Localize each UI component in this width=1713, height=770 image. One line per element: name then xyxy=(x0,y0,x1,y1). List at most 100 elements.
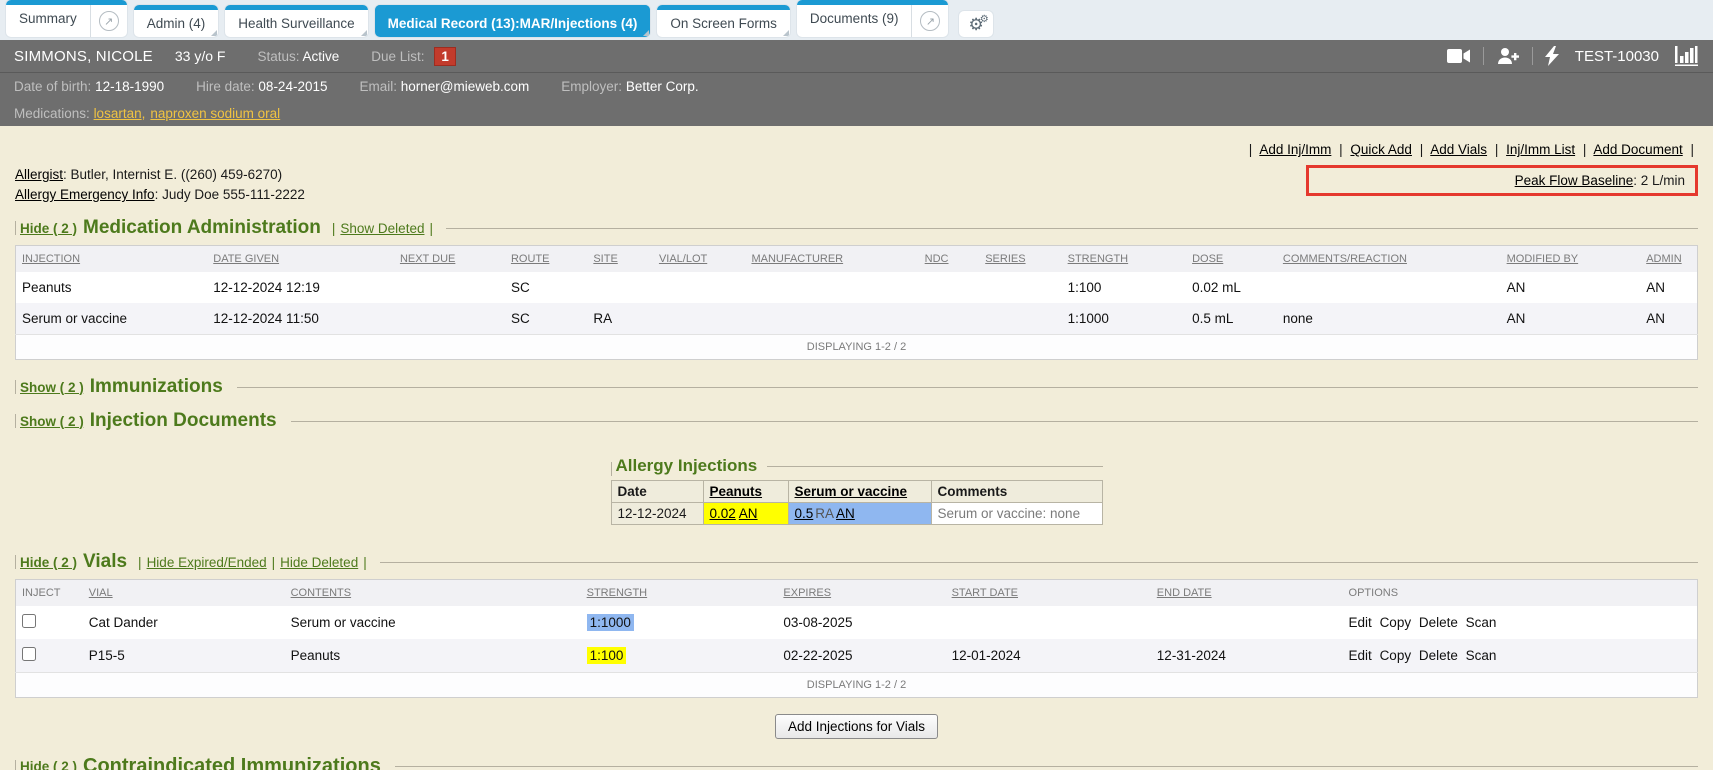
column-header[interactable]: COMMENTS/REACTION xyxy=(1283,253,1407,265)
dose-link[interactable]: 0.5 xyxy=(795,506,814,521)
table-row[interactable]: Peanuts 12-12-2024 12:19 SC 1:100 0.02 m… xyxy=(16,272,1698,303)
separator: | xyxy=(332,221,336,236)
column-header[interactable]: END DATE xyxy=(1157,587,1212,599)
video-camera-icon[interactable] xyxy=(1447,48,1471,64)
table-row[interactable]: Serum or vaccine 12-12-2024 11:50 SC RA … xyxy=(16,303,1698,335)
bar-chart-icon[interactable] xyxy=(1675,46,1699,66)
hide-deleted-link[interactable]: Hide Deleted xyxy=(280,555,358,570)
scan-link[interactable]: Scan xyxy=(1466,648,1497,663)
column-header[interactable]: ROUTE xyxy=(511,253,550,265)
add-inj-imm-link[interactable]: Add Inj/Imm xyxy=(1259,142,1331,157)
cell-series xyxy=(979,272,1061,303)
banner-icons: TEST-10030 xyxy=(1447,46,1699,66)
allergy-injections-title-row: Allergy Injections xyxy=(611,456,1103,476)
column-header[interactable]: SERIES xyxy=(985,253,1025,265)
column-header[interactable]: START DATE xyxy=(952,587,1018,599)
delete-link[interactable]: Delete xyxy=(1419,648,1458,663)
column-header-serum[interactable]: Serum or vaccine xyxy=(795,484,908,499)
allergy-injections-table: Date Peanuts Serum or vaccine Comments 1… xyxy=(611,480,1103,525)
allergy-emergency-info-link[interactable]: Allergy Emergency Info xyxy=(15,187,155,202)
tab-documents[interactable]: Documents (9) xyxy=(797,0,912,37)
column-header[interactable]: SITE xyxy=(593,253,617,265)
cell-date-given: 12-12-2024 11:50 xyxy=(207,303,394,335)
medication-administration-header: Hide ( 2 ) Medication Administration | S… xyxy=(15,217,1698,239)
column-header[interactable]: VIAL xyxy=(89,587,113,599)
copy-link[interactable]: Copy xyxy=(1380,648,1412,663)
divider xyxy=(15,760,16,770)
column-header[interactable]: CONTENTS xyxy=(291,587,352,599)
allergist-link[interactable]: Allergist xyxy=(15,167,63,182)
med-admin-hide-toggle[interactable]: Hide ( 2 ) xyxy=(20,221,77,236)
column-header[interactable]: EXPIRES xyxy=(783,587,831,599)
separator: | xyxy=(138,555,142,570)
add-vials-link[interactable]: Add Vials xyxy=(1430,142,1487,157)
divider xyxy=(237,387,1698,388)
table-footer-row: DISPLAYING 1-2 / 2 xyxy=(16,335,1698,360)
allergist-value: : Butler, Internist E. ((260) 459-6270) xyxy=(63,167,282,182)
column-header[interactable]: DATE GIVEN xyxy=(213,253,279,265)
tab-health-surveillance-group: Health Surveillance xyxy=(225,5,367,37)
cell-dose: 0.02 mL xyxy=(1186,272,1277,303)
tab-on-screen-forms[interactable]: On Screen Forms xyxy=(657,5,790,37)
cell-strength: 1:100 xyxy=(1062,272,1186,303)
tab-documents-popout[interactable]: ↗ xyxy=(911,0,948,37)
cell-expires: 02-22-2025 xyxy=(777,639,945,673)
tab-summary-popout[interactable]: ↗ xyxy=(90,0,127,37)
delete-link[interactable]: Delete xyxy=(1419,615,1458,630)
column-header[interactable]: MANUFACTURER xyxy=(751,253,843,265)
tab-menu-fold-icon xyxy=(783,30,789,36)
employer-field: Employer: Better Corp. xyxy=(561,79,698,94)
due-list-count-badge[interactable]: 1 xyxy=(434,47,456,66)
admin-initials-link[interactable]: AN xyxy=(739,506,758,521)
tab-summary[interactable]: Summary xyxy=(6,0,90,37)
patient-age-sex: 33 y/o F xyxy=(175,48,226,64)
scan-link[interactable]: Scan xyxy=(1466,615,1497,630)
column-header[interactable]: DOSE xyxy=(1192,253,1223,265)
table-header-row: INJECTION DATE GIVEN NEXT DUE ROUTE SITE… xyxy=(16,246,1698,273)
dose-link[interactable]: 0.02 xyxy=(710,506,736,521)
inj-imm-list-link[interactable]: Inj/Imm List xyxy=(1506,142,1575,157)
hire-date-field: Hire date: 08-24-2015 xyxy=(196,79,327,94)
medication-administration-table: INJECTION DATE GIVEN NEXT DUE ROUTE SITE… xyxy=(15,245,1698,360)
tab-menu-fold-icon xyxy=(211,30,217,36)
contraindicated-hide-toggle[interactable]: Hide ( 2 ) xyxy=(20,759,77,770)
peak-flow-baseline-link[interactable]: Peak Flow Baseline xyxy=(1515,173,1634,188)
add-document-link[interactable]: Add Document xyxy=(1593,142,1682,157)
inject-checkbox[interactable] xyxy=(22,647,36,661)
settings-gear-button[interactable]: ⚙⚙ xyxy=(959,11,992,37)
add-injections-for-vials-button[interactable]: Add Injections for Vials xyxy=(775,714,938,739)
column-header[interactable]: ADMIN xyxy=(1646,253,1681,265)
cell-vial-lot xyxy=(653,303,746,335)
medication-link[interactable]: naproxen sodium oral xyxy=(150,106,280,121)
hide-expired-ended-link[interactable]: Hide Expired/Ended xyxy=(147,555,267,570)
main-content: | Add Inj/Imm | Quick Add | Add Vials | … xyxy=(0,126,1713,770)
immunizations-show-toggle[interactable]: Show ( 2 ) xyxy=(20,380,84,395)
column-header[interactable]: NDC xyxy=(925,253,949,265)
column-header[interactable]: INJECTION xyxy=(22,253,80,265)
column-header[interactable]: VIAL/LOT xyxy=(659,253,707,265)
tab-health-surveillance[interactable]: Health Surveillance xyxy=(225,5,367,37)
column-header[interactable]: MODIFIED BY xyxy=(1507,253,1579,265)
medication-link[interactable]: losartan xyxy=(94,106,142,121)
edit-link[interactable]: Edit xyxy=(1349,648,1372,663)
column-header[interactable]: STRENGTH xyxy=(587,587,648,599)
allergy-injections-section: Allergy Injections Date Peanuts Serum or… xyxy=(611,456,1103,525)
divider xyxy=(395,766,1698,767)
inject-checkbox[interactable] xyxy=(22,614,36,628)
tab-medical-record[interactable]: Medical Record (13):MAR/Injections (4) xyxy=(375,5,651,37)
lightning-bolt-icon[interactable] xyxy=(1545,46,1559,66)
injection-documents-show-toggle[interactable]: Show ( 2 ) xyxy=(20,414,84,429)
column-header[interactable]: STRENGTH xyxy=(1068,253,1129,265)
copy-link[interactable]: Copy xyxy=(1380,615,1412,630)
cell-ndc xyxy=(919,303,980,335)
show-deleted-link[interactable]: Show Deleted xyxy=(340,221,424,236)
vials-hide-toggle[interactable]: Hide ( 2 ) xyxy=(20,555,77,570)
patient-banner-row1: SIMMONS, NICOLE 33 y/o F Status: Active … xyxy=(0,40,1713,73)
quick-add-link[interactable]: Quick Add xyxy=(1350,142,1412,157)
admin-initials-link[interactable]: AN xyxy=(836,506,855,521)
column-header-peanuts[interactable]: Peanuts xyxy=(710,484,763,499)
edit-link[interactable]: Edit xyxy=(1349,615,1372,630)
column-header[interactable]: NEXT DUE xyxy=(400,253,455,265)
add-person-icon[interactable] xyxy=(1496,47,1520,65)
tab-admin[interactable]: Admin (4) xyxy=(134,5,219,37)
